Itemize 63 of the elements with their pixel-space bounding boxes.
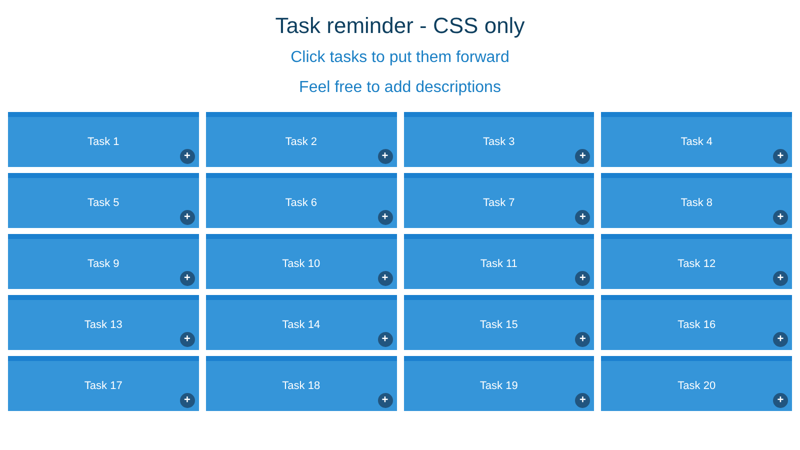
task-card[interactable]: Task 3 +: [404, 112, 594, 167]
add-button[interactable]: +: [575, 210, 590, 225]
task-card[interactable]: Task 14 +: [206, 295, 396, 350]
task-label: Task 15: [480, 318, 518, 333]
add-button[interactable]: +: [180, 332, 195, 347]
task-label: Task 12: [678, 256, 716, 272]
task-label: Task 13: [84, 318, 122, 333]
task-label: Task 9: [87, 256, 120, 272]
task-card[interactable]: Task 4 +: [601, 112, 792, 167]
page-title: Task reminder - CSS only: [275, 12, 525, 40]
add-button[interactable]: +: [575, 149, 590, 164]
add-button[interactable]: +: [575, 393, 590, 408]
task-label: Task 20: [678, 378, 716, 394]
task-card[interactable]: Task 19 +: [404, 356, 594, 411]
task-label: Task 6: [285, 196, 318, 211]
task-card[interactable]: Task 16 +: [601, 295, 792, 350]
add-button[interactable]: +: [378, 393, 392, 408]
task-card[interactable]: Task 20 +: [601, 356, 792, 411]
add-button[interactable]: +: [773, 149, 788, 164]
task-label: Task 4: [680, 134, 713, 150]
add-button[interactable]: +: [575, 332, 590, 347]
task-label: Task 7: [482, 196, 515, 211]
task-label: Task 19: [480, 378, 518, 394]
add-button[interactable]: +: [378, 271, 392, 286]
task-card[interactable]: Task 17 +: [8, 356, 199, 411]
add-button[interactable]: +: [773, 332, 788, 347]
subtitle: Feel free to add descriptions: [299, 78, 501, 98]
task-label: Task 2: [285, 134, 318, 150]
add-button[interactable]: +: [180, 393, 195, 408]
task-label: Task 10: [282, 256, 320, 272]
add-button[interactable]: +: [180, 271, 195, 286]
task-card[interactable]: Task 12 +: [601, 234, 792, 289]
task-card[interactable]: Task 18 +: [206, 356, 396, 411]
subtitle: Click tasks to put them forward: [290, 48, 510, 68]
add-button[interactable]: +: [378, 149, 392, 164]
task-label: Task 3: [482, 134, 515, 150]
task-card[interactable]: Task 6 +: [206, 173, 396, 228]
task-card[interactable]: Task 11 +: [404, 234, 594, 289]
task-label: Task 11: [480, 256, 518, 272]
task-label: Task 18: [282, 378, 320, 394]
task-card[interactable]: Task 5 +: [8, 173, 199, 228]
add-button[interactable]: +: [378, 332, 392, 347]
task-card[interactable]: Task 7 +: [404, 173, 594, 228]
task-card[interactable]: Task 2 +: [206, 112, 396, 167]
task-card[interactable]: Task 1 +: [8, 112, 199, 167]
add-button[interactable]: +: [575, 271, 590, 286]
task-card[interactable]: Task 8 +: [601, 173, 792, 228]
add-button[interactable]: +: [180, 210, 195, 225]
add-button[interactable]: +: [378, 210, 392, 225]
task-label: Task 14: [282, 318, 320, 333]
task-card[interactable]: Task 15 +: [404, 295, 594, 350]
task-label: Task 5: [87, 196, 120, 211]
add-button[interactable]: +: [773, 393, 788, 408]
task-card[interactable]: Task 13 +: [8, 295, 199, 350]
add-button[interactable]: +: [773, 271, 788, 286]
add-button[interactable]: +: [180, 149, 195, 164]
task-label: Task 8: [680, 196, 713, 211]
task-card[interactable]: Task 10 +: [206, 234, 396, 289]
task-card[interactable]: Task 9 +: [8, 234, 199, 289]
task-label: Task 1: [87, 134, 120, 150]
add-button[interactable]: +: [773, 210, 788, 225]
task-label: Task 17: [84, 378, 122, 394]
task-label: Task 16: [678, 318, 716, 333]
